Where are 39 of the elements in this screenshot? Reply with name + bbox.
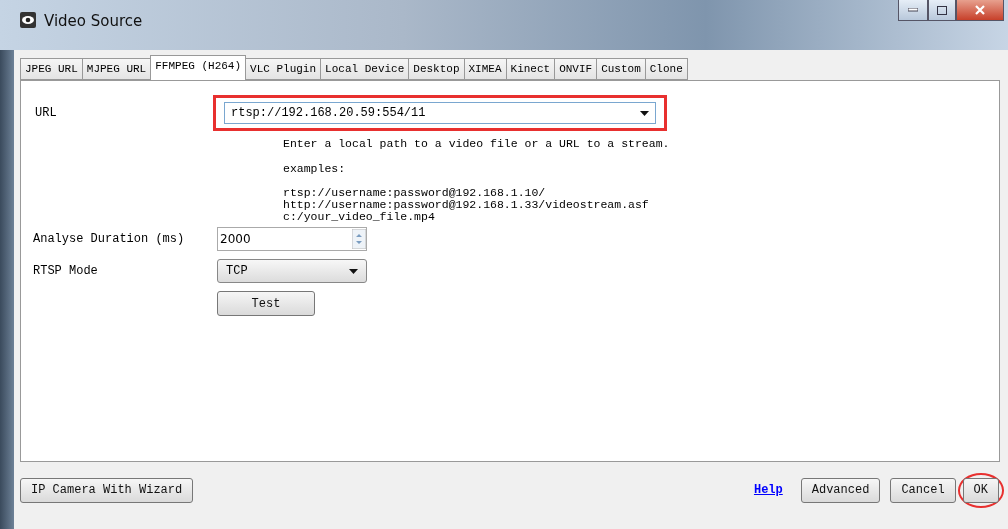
maximize-icon (937, 5, 947, 15)
maximize-button[interactable] (928, 0, 956, 21)
wizard-button[interactable]: IP Camera With Wizard (20, 477, 194, 503)
test-button[interactable]: Test (217, 291, 315, 316)
tab[interactable]: JPEG URL (20, 58, 83, 80)
window-title: Video Source (44, 12, 143, 30)
dropdown-arrow-icon (349, 268, 358, 274)
rtsp-mode-select[interactable]: TCP (217, 259, 367, 283)
example-text: http://username:password@192.168.1.33/videostream.asf (283, 199, 650, 211)
tab[interactable]: Desktop (408, 58, 465, 80)
example-text: rtsp://username:password@192.168.1.10/ (283, 187, 547, 199)
spin-arrows-icon (352, 229, 366, 249)
help-text: Enter a local path to a video file or a URL to a stream. (283, 137, 671, 150)
eye-icon (20, 12, 36, 28)
tab[interactable]: Custom (596, 58, 646, 80)
tab[interactable]: ONVIF (554, 58, 598, 80)
tab[interactable]: Kinect (505, 58, 556, 80)
url-combobox[interactable]: rtsp://192.168.20.59:554/11 (224, 102, 656, 124)
url-label: URL (35, 106, 58, 120)
tab[interactable]: VLC Plugin (245, 58, 322, 80)
tab[interactable]: Local Device (320, 58, 410, 80)
field-label: RTSP Mode (33, 264, 99, 278)
tab[interactable]: MJPEG URL (81, 58, 152, 80)
dialog-button[interactable]: Cancel (890, 477, 956, 503)
duration-spinbox[interactable]: 2000 (217, 227, 367, 251)
help-text: examples: (283, 162, 347, 175)
example-text: c:/your_video_file.mp4 (283, 211, 436, 223)
minimize-button[interactable] (898, 0, 928, 21)
dialog-button[interactable]: OK (962, 477, 999, 503)
help-link[interactable]: Help (753, 483, 783, 497)
dropdown-arrow-icon (640, 110, 649, 116)
minimize-icon (908, 8, 918, 12)
tab[interactable]: XIMEA (463, 58, 507, 80)
tab[interactable]: Clone (644, 58, 688, 80)
tab[interactable]: FFMPEG (H264) (150, 55, 247, 80)
field-label: Analyse Duration (ms) (33, 232, 186, 246)
dialog-button[interactable]: Advanced (800, 477, 881, 503)
close-icon (975, 5, 985, 15)
close-button[interactable] (956, 0, 1004, 21)
